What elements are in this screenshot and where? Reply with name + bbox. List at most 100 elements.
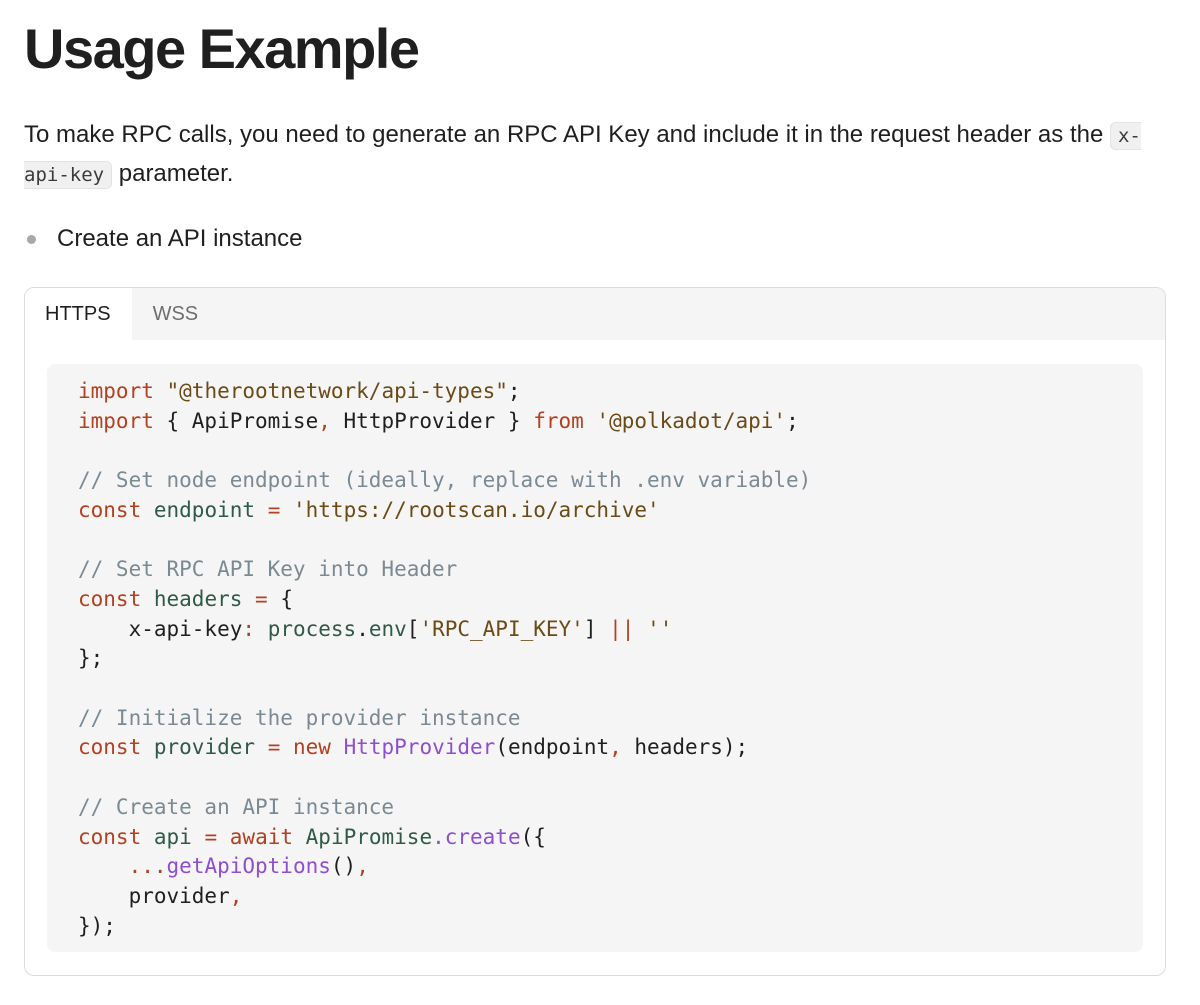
code-line: // Set node endpoint (ideally, replace w… <box>78 466 1143 496</box>
tab-bar: HTTPS WSS <box>25 288 1165 340</box>
code-line: const headers = { <box>78 585 1143 615</box>
code-token: ApiPromise <box>305 824 433 849</box>
code-token: 'https://rootscan.io/archive' <box>293 497 660 522</box>
intro-text: To make RPC calls, you need to generate … <box>24 121 1110 148</box>
code-token: "@therootnetwork/api-types" <box>166 379 508 403</box>
code-token: ; <box>507 379 521 403</box>
code-token: , <box>318 408 331 433</box>
code-content: import "@therootnetwork/api-types"; impor… <box>78 377 1143 941</box>
code-token: }; <box>78 646 104 671</box>
code-token: process <box>267 616 357 641</box>
code-token: const <box>78 824 142 849</box>
code-line: const api = await ApiPromise.create({ <box>78 823 1143 853</box>
code-token: x-api-key <box>78 616 243 641</box>
code-token: const <box>78 586 142 611</box>
code-token: ({ <box>520 824 546 849</box>
code-tabs: HTTPS WSS import "@therootnetwork/api-ty… <box>24 287 1166 976</box>
code-token: () <box>330 854 357 879</box>
code-line: // Initialize the provider instance <box>78 704 1143 734</box>
tab-wss[interactable]: WSS <box>132 288 220 340</box>
code-line: // Create an API instance <box>78 793 1143 823</box>
bullet-list: Create an API instance <box>24 220 302 258</box>
code-line: provider, <box>78 882 1143 912</box>
intro-paragraph: To make RPC calls, you need to generate … <box>24 116 1164 194</box>
code-token: [ <box>406 616 420 641</box>
code-token: '@polkadot/api' <box>596 408 787 433</box>
code-token: , <box>229 883 243 908</box>
code-line: const provider = new HttpProvider(endpoi… <box>78 733 1143 763</box>
code-token: // Set RPC API Key into Header <box>78 557 458 582</box>
code-token: await <box>229 824 293 849</box>
code-line: }; <box>78 644 1143 674</box>
code-token: getApiOptions <box>166 854 331 879</box>
code-token: new <box>293 735 331 760</box>
code-token: import <box>78 408 154 433</box>
code-line: const endpoint = 'https://rootscan.io/ar… <box>78 496 1143 526</box>
code-token: HttpProvider } <box>330 408 534 433</box>
list-item: Create an API instance <box>24 220 302 258</box>
bullet-text: Create an API instance <box>57 225 303 252</box>
code-line: }); <box>78 912 1143 942</box>
code-token: = <box>255 586 268 611</box>
code-token: = <box>204 824 218 849</box>
code-line: ...getApiOptions(), <box>78 852 1143 882</box>
code-token: = <box>267 735 281 760</box>
code-token: , <box>356 854 369 879</box>
code-token: provider <box>153 735 256 760</box>
code-line: x-api-key: process.env['RPC_API_KEY'] ||… <box>78 615 1143 645</box>
code-line: import { ApiPromise, HttpProvider } from… <box>78 407 1143 437</box>
code-token: ] <box>583 616 610 641</box>
code-token: '' <box>647 616 673 641</box>
code-line: // Set RPC API Key into Header <box>78 555 1143 585</box>
code-token: headers <box>153 586 243 611</box>
code-token: headers); <box>621 735 749 760</box>
code-token: }); <box>78 913 116 938</box>
code-token: // Initialize the provider instance <box>78 705 521 730</box>
code-token: .create <box>432 824 521 849</box>
page-title: Usage Example <box>24 17 420 80</box>
code-token: ... <box>128 854 167 879</box>
tab-https[interactable]: HTTPS <box>25 288 132 340</box>
intro-text-end: parameter. <box>112 160 234 187</box>
code-token: env <box>368 616 407 641</box>
bullet-dot-icon <box>27 234 36 244</box>
code-token: : <box>242 616 256 641</box>
code-token: api <box>153 824 192 849</box>
code-token: ; <box>786 408 799 433</box>
code-token: from <box>533 408 584 433</box>
code-token: // Set node endpoint (ideally, replace w… <box>78 468 812 493</box>
code-token: 'RPC_API_KEY' <box>419 616 584 641</box>
code-token: const <box>78 735 142 760</box>
code-token: endpoint <box>153 497 256 522</box>
code-token: provider <box>78 883 230 908</box>
code-token: , <box>609 735 622 760</box>
code-token: // Create an API instance <box>78 794 395 819</box>
code-token: HttpProvider <box>343 735 496 760</box>
code-token: = <box>267 497 281 522</box>
code-token: (endpoint <box>495 735 610 760</box>
code-block: import "@therootnetwork/api-types"; impor… <box>47 364 1143 952</box>
code-token: const <box>78 497 142 522</box>
code-token: import <box>78 379 154 403</box>
